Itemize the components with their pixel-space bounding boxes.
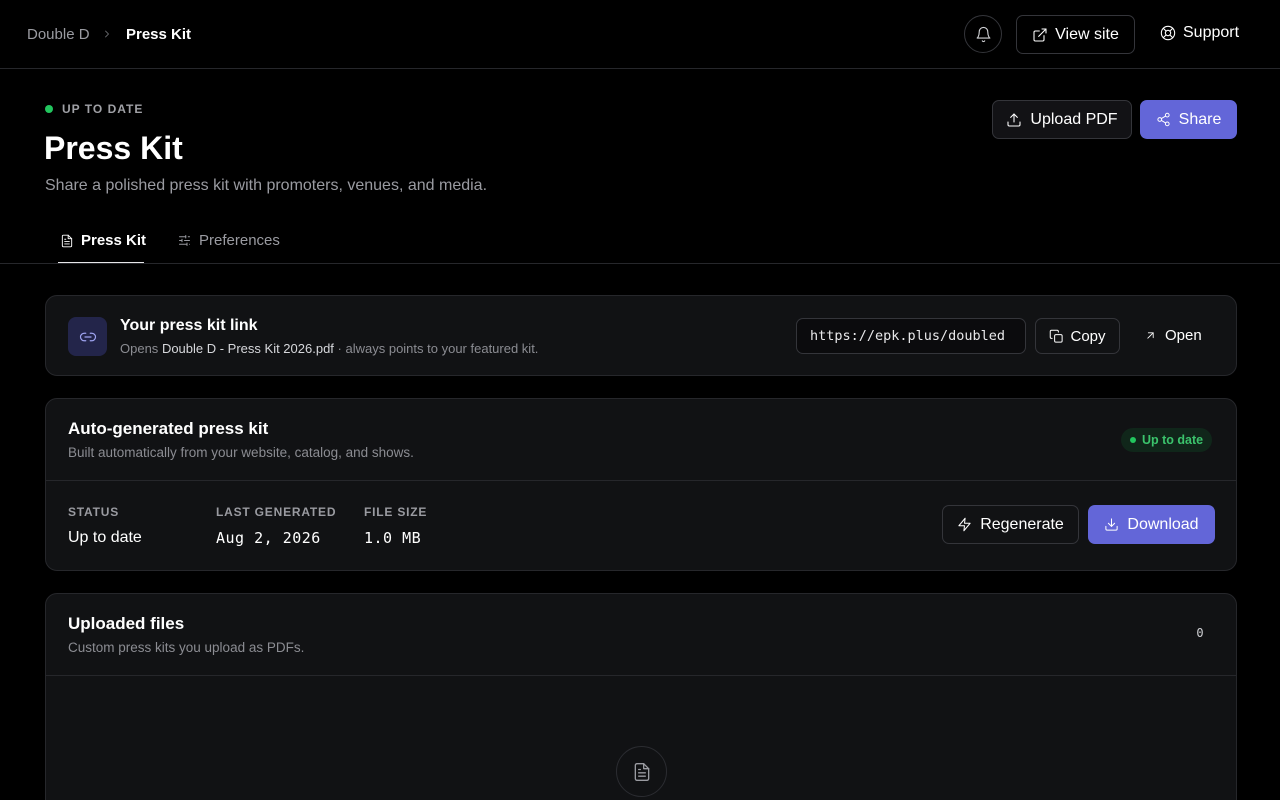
tab-press-kit-label: Press Kit xyxy=(81,232,147,249)
last-generated-value: Aug 2, 2026 xyxy=(216,529,321,547)
open-label: Open xyxy=(1165,327,1202,344)
breadcrumb-current: Press Kit xyxy=(126,26,192,43)
download-icon xyxy=(1104,517,1119,532)
status-label: STATUS xyxy=(68,505,120,519)
notifications-button[interactable] xyxy=(964,15,1002,53)
view-site-button[interactable]: View site xyxy=(1016,15,1135,54)
tabs-divider xyxy=(0,263,1280,264)
badge-label: Up to date xyxy=(1142,433,1204,447)
lifebuoy-icon xyxy=(1160,25,1176,41)
download-label: Download xyxy=(1127,515,1199,533)
link-desc-suffix: · always points to your featured kit. xyxy=(337,341,539,356)
copy-link-button[interactable]: Copy xyxy=(1035,318,1120,354)
status-text: UP TO DATE xyxy=(62,102,144,116)
files-card-title: Uploaded files xyxy=(68,614,185,633)
view-site-label: View site xyxy=(1055,25,1119,43)
tab-preferences-label: Preferences xyxy=(199,232,280,249)
file-size-label: FILE SIZE xyxy=(364,505,428,519)
files-card-description: Custom press kits you upload as PDFs. xyxy=(68,640,305,655)
sliders-icon xyxy=(177,233,192,248)
status-value: Up to date xyxy=(68,529,142,546)
page-title: Press Kit xyxy=(44,130,183,166)
open-link-button[interactable]: Open xyxy=(1144,327,1202,344)
share-label: Share xyxy=(1178,110,1222,128)
share-button[interactable]: Share xyxy=(1140,100,1237,139)
share-icon xyxy=(1156,112,1171,127)
tab-press-kit[interactable]: Press Kit xyxy=(60,232,146,249)
breadcrumb-parent[interactable]: Double D xyxy=(27,26,90,43)
link-icon-tile xyxy=(68,317,107,356)
status-dot xyxy=(45,105,53,113)
page-subtitle: Share a polished press kit with promoter… xyxy=(45,177,488,194)
link-card-title: Your press kit link xyxy=(120,317,258,334)
featured-file-name: Double D - Press Kit 2026.pdf xyxy=(161,341,334,356)
tab-preferences[interactable]: Preferences xyxy=(177,232,280,249)
status-badge: Up to date xyxy=(1121,428,1213,452)
download-button[interactable]: Download xyxy=(1088,505,1215,544)
zap-icon xyxy=(957,517,972,532)
bell-icon xyxy=(975,26,992,43)
top-bar: Double D Press Kit View site Support xyxy=(0,0,1280,69)
link-card-description: Opens Double D - Press Kit 2026.pdf · al… xyxy=(120,341,538,356)
last-generated-label: LAST GENERATED xyxy=(216,505,337,519)
badge-dot xyxy=(1130,437,1136,443)
arrow-up-right-icon xyxy=(1144,329,1157,342)
press-kit-link-card: Your press kit link Opens Double D - Pre… xyxy=(45,295,1237,376)
document-icon xyxy=(632,762,652,782)
card-divider xyxy=(46,675,1236,676)
press-kit-url-field[interactable]: https://epk.plus/doubled xyxy=(796,318,1026,354)
document-icon xyxy=(60,234,74,248)
file-size-value: 1.0 MB xyxy=(364,529,422,547)
upload-pdf-button[interactable]: Upload PDF xyxy=(992,100,1132,139)
files-count: 0 xyxy=(1196,626,1204,640)
upload-icon xyxy=(1006,112,1022,128)
copy-label: Copy xyxy=(1070,327,1106,345)
copy-icon xyxy=(1049,329,1064,344)
regenerate-label: Regenerate xyxy=(980,515,1064,533)
uploaded-files-card: Uploaded files Custom press kits you upl… xyxy=(45,593,1237,800)
card-divider xyxy=(46,480,1236,481)
link-icon xyxy=(79,328,97,346)
auto-card-description: Built automatically from your website, c… xyxy=(68,445,414,460)
empty-state-icon xyxy=(616,746,667,797)
auto-card-title: Auto-generated press kit xyxy=(68,419,269,438)
auto-generated-card: Auto-generated press kit Built automatic… xyxy=(45,398,1237,571)
regenerate-button[interactable]: Regenerate xyxy=(942,505,1079,544)
support-button[interactable]: Support xyxy=(1160,24,1239,42)
support-label: Support xyxy=(1183,24,1240,41)
upload-pdf-label: Upload PDF xyxy=(1030,110,1118,128)
link-desc-prefix: Opens xyxy=(120,341,159,356)
external-link-icon xyxy=(1032,27,1048,43)
status-indicator: UP TO DATE xyxy=(45,102,143,116)
chevron-right-icon xyxy=(101,28,113,40)
